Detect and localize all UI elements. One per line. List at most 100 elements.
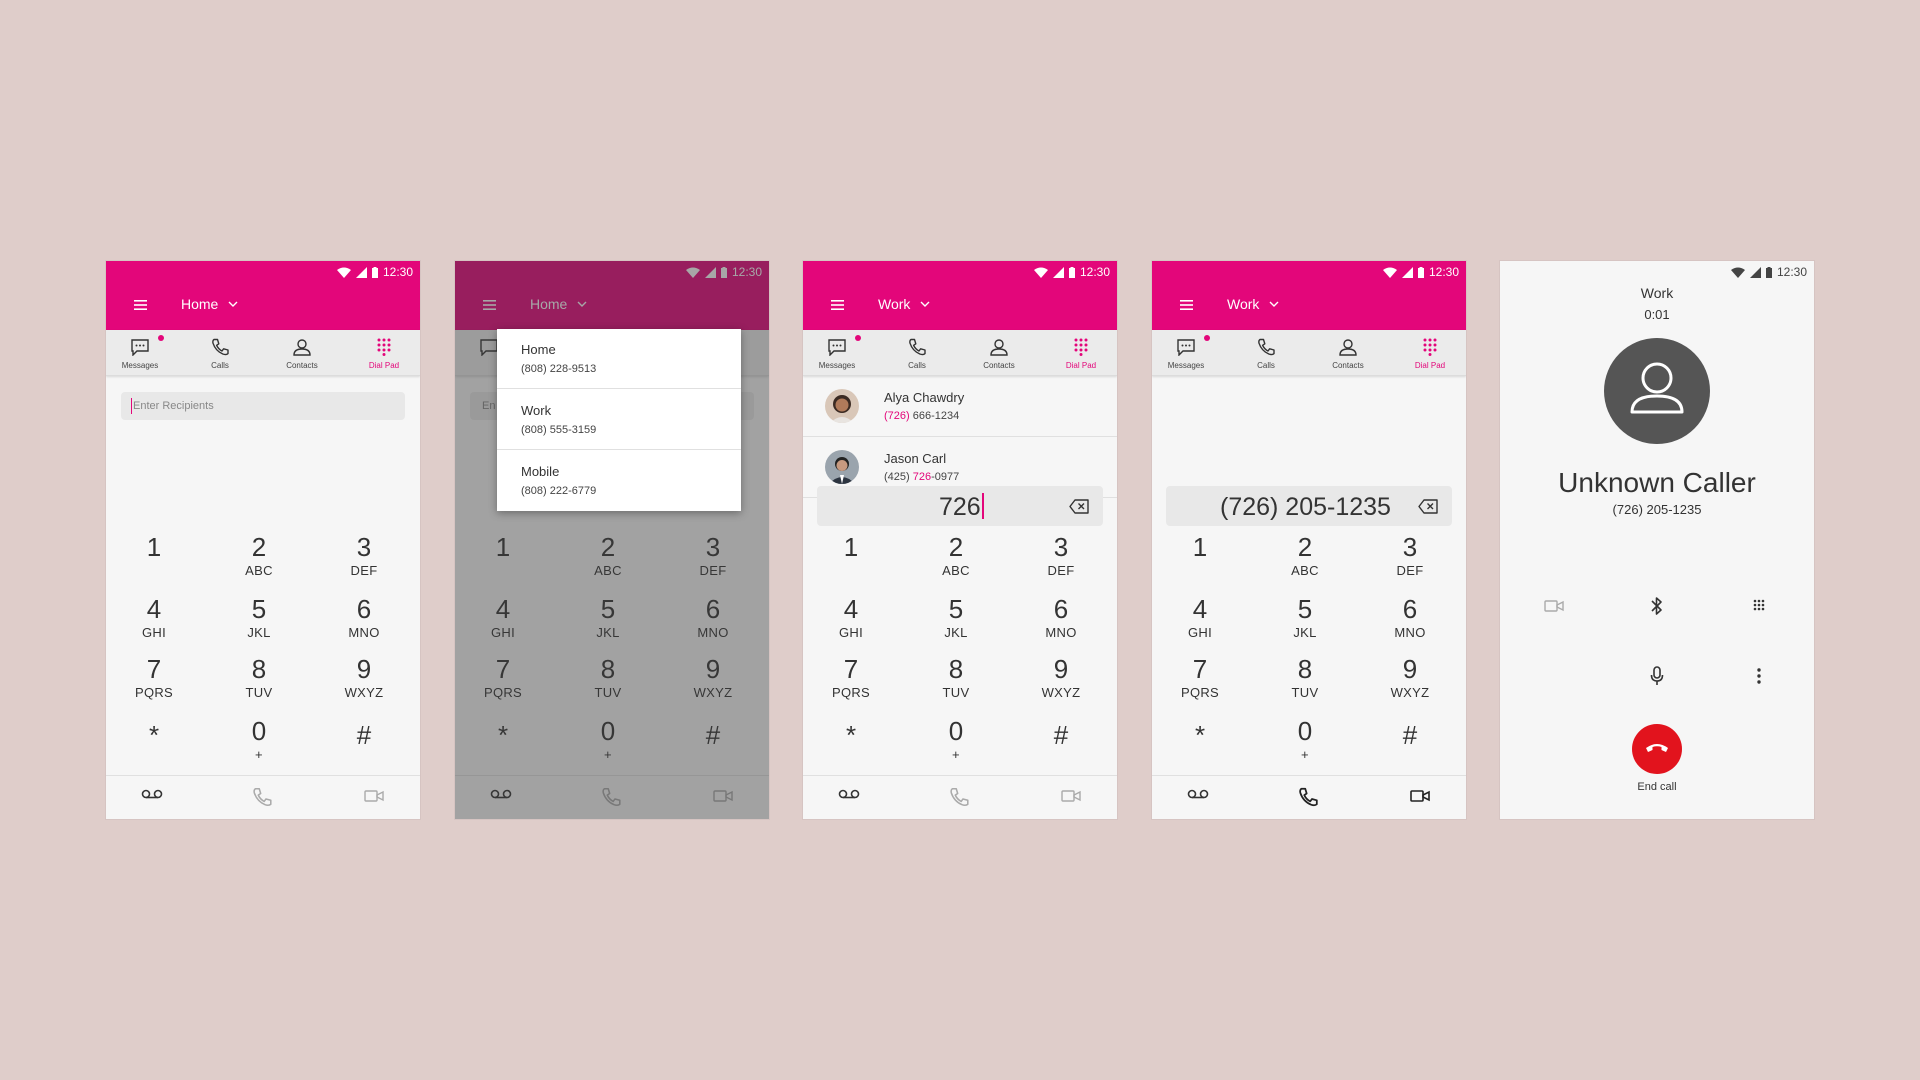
line-selector[interactable]: Home [181,296,238,312]
voicemail-icon[interactable] [1187,788,1209,800]
end-call-button[interactable] [1632,724,1682,774]
tab-contacts[interactable]: Contacts [1318,330,1378,375]
key-digit: 6 [356,594,372,624]
key-hash[interactable]: # [1021,721,1101,751]
key-5[interactable]: 5 JKL [219,595,299,641]
line-option-home[interactable]: Home (808) 228-9513 [497,329,741,389]
contacts-icon [1339,339,1357,356]
key-letters: WXYZ [1390,685,1430,700]
tab-messages[interactable]: Messages [110,330,170,375]
key-digit: 2 [251,532,267,562]
key-1[interactable]: 1 [1160,533,1240,563]
dialed-number-field[interactable]: 726 [817,486,1103,526]
key-8[interactable]: 8 TUV [1265,655,1345,701]
key-6[interactable]: 6 MNO [324,595,404,641]
unread-dot [1204,335,1210,341]
key-7[interactable]: 7 PQRS [114,655,194,701]
menu-icon[interactable] [1180,300,1193,310]
signal-icon [1749,266,1761,278]
bluetooth-icon[interactable] [1650,596,1664,616]
video-call-icon[interactable] [1061,789,1081,803]
key-letters: PQRS [134,685,174,700]
voicemail-icon[interactable] [141,788,163,800]
key-letters: TUV [942,685,970,700]
key-digit: 2 [948,532,964,562]
key-letters: DEF [1396,563,1424,578]
key-4[interactable]: 4 GHI [114,595,194,641]
key-letters: MNO [1394,625,1426,640]
tab-label: Dial Pad [1414,361,1446,370]
tab-dialpad[interactable]: Dial Pad [354,330,414,375]
key-4[interactable]: 4 GHI [1160,595,1240,641]
key-6[interactable]: 6 MNO [1021,595,1101,641]
keypad-icon[interactable] [1753,599,1765,613]
key-8[interactable]: 8 TUV [219,655,299,701]
video-call-icon[interactable] [364,789,384,803]
tab-dialpad[interactable]: Dial Pad [1051,330,1111,375]
line-option-work[interactable]: Work (808) 555-3159 [497,390,741,450]
video-call-icon[interactable] [1410,789,1430,803]
menu-icon[interactable] [831,300,844,310]
key-letters: GHI [838,625,863,640]
backspace-icon[interactable] [1069,499,1089,514]
status-time: 12:30 [1079,265,1110,279]
call-icon[interactable] [948,786,970,808]
key-hash[interactable]: # [1370,721,1450,751]
key-8[interactable]: 8 TUV [916,655,996,701]
key-4[interactable]: 4 GHI [811,595,891,641]
key-0[interactable]: 0 + [1265,717,1345,763]
key-9[interactable]: 9 WXYZ [1021,655,1101,701]
key-2[interactable]: 2 ABC [219,533,299,579]
key-9[interactable]: 9 WXYZ [324,655,404,701]
key-star[interactable]: * [1160,721,1240,751]
menu-icon[interactable] [134,300,147,310]
key-5[interactable]: 5 JKL [916,595,996,641]
tab-contacts[interactable]: Contacts [272,330,332,375]
dialed-number-field[interactable]: (726) 205-1235 [1166,486,1452,526]
key-letters: DEF [1047,563,1075,578]
key-0[interactable]: 0 + [219,717,299,763]
tab-calls[interactable]: Calls [887,330,947,375]
key-6[interactable]: 6 MNO [1370,595,1450,641]
messages-icon [1177,339,1195,356]
call-icon[interactable] [1297,786,1319,808]
tab-contacts[interactable]: Contacts [969,330,1029,375]
key-7[interactable]: 7 PQRS [1160,655,1240,701]
line-selector[interactable]: Work [1227,296,1279,312]
key-star[interactable]: * [811,721,891,751]
key-3[interactable]: 3 DEF [324,533,404,579]
key-digit: 9 [1402,654,1418,684]
tab-label: Contacts [983,361,1015,370]
key-hash[interactable]: # [324,721,404,751]
contact-suggestion[interactable]: Alya Chawdry (726) 666-1234 [803,376,1117,437]
line-option-mobile[interactable]: Mobile (808) 222-6779 [497,451,741,511]
tab-dialpad[interactable]: Dial Pad [1400,330,1460,375]
key-2[interactable]: 2 ABC [1265,533,1345,579]
tab-calls[interactable]: Calls [1236,330,1296,375]
key-2[interactable]: 2 ABC [916,533,996,579]
tab-messages[interactable]: Messages [807,330,867,375]
key-0[interactable]: 0 + [916,717,996,763]
dialpad-icon [377,338,391,356]
recipients-input[interactable]: Enter Recipients [121,392,405,420]
key-1[interactable]: 1 [114,533,194,563]
tab-messages[interactable]: Messages [1156,330,1216,375]
voicemail-icon[interactable] [838,788,860,800]
dialer-action-bar [803,775,1117,819]
video-camera-icon[interactable] [1544,599,1564,613]
key-9[interactable]: 9 WXYZ [1370,655,1450,701]
key-3[interactable]: 3 DEF [1370,533,1450,579]
key-5[interactable]: 5 JKL [1265,595,1345,641]
more-options-icon[interactable] [1757,668,1761,684]
line-selector[interactable]: Work [878,296,930,312]
key-1[interactable]: 1 [811,533,891,563]
key-star[interactable]: * [114,721,194,751]
backspace-icon[interactable] [1418,499,1438,514]
key-3[interactable]: 3 DEF [1021,533,1101,579]
chevron-down-icon [920,301,930,307]
key-7[interactable]: 7 PQRS [811,655,891,701]
tab-calls[interactable]: Calls [190,330,250,375]
unread-dot [158,335,164,341]
microphone-icon[interactable] [1650,666,1664,686]
call-icon[interactable] [251,786,273,808]
